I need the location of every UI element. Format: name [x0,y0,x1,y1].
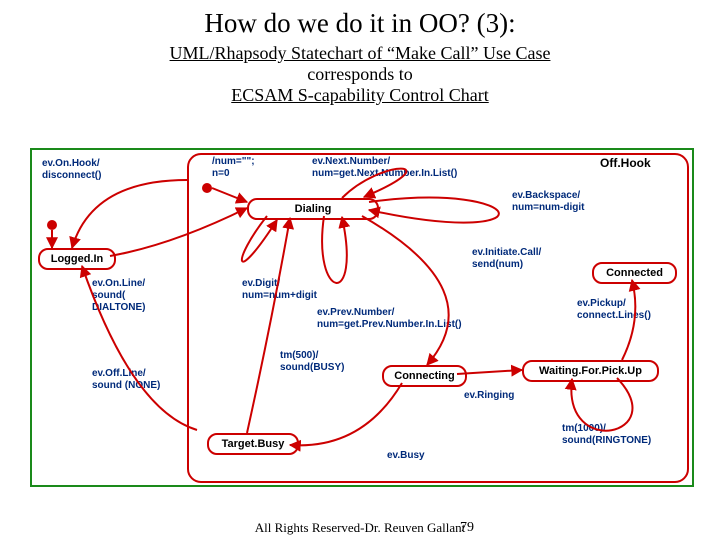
trans-ringing: ev.Ringing [464,390,514,402]
trans-tm1000: tm(1000)/ sound(RINGTONE) [562,423,651,447]
trans-digit: ev.Digit/ num=num+digit [242,278,317,302]
trans-offline: ev.Off.Line/ sound (NONE) [92,368,160,392]
trans-prevnum: ev.Prev.Number/ num=get.Prev.Number.In.L… [317,307,462,331]
state-targetbusy: Target.Busy [207,433,299,455]
trans-backspace: ev.Backspace/ num=num-digit [512,190,585,214]
trans-initiate: ev.Initiate.Call/ send(num) [472,247,541,271]
state-waiting: Waiting.For.Pick.Up [522,360,659,382]
trans-online: ev.On.Line/ sound( DIALTONE) [92,278,146,314]
state-connected: Connected [592,262,677,284]
state-connecting: Connecting [382,365,467,387]
slide-title: How do we do it in OO? (3): [0,8,720,39]
slide-subtitle-3: ECSAM S-capability Control Chart [0,85,720,106]
state-loggedin: Logged.In [38,248,116,270]
page-number: 79 [460,520,474,536]
trans-busy: ev.Busy [387,450,425,462]
trans-init: /num=""; n=0 [212,156,255,180]
footer-copyright: All Rights Reserved-Dr. Reuven Gallant [0,520,720,536]
slide-subtitle-1: UML/Rhapsody Statechart of “Make Call” U… [0,43,720,64]
state-dialing: Dialing [247,198,379,220]
statechart-frame: Off.Hook Logged.In Dialing Connected Con… [30,148,694,487]
trans-pickup: ev.Pickup/ connect.Lines() [577,298,651,322]
trans-nextnum: ev.Next.Number/ num=get.Next.Number.In.L… [312,156,457,180]
trans-onhook: ev.On.Hook/ disconnect() [42,158,101,182]
trans-tm500: tm(500)/ sound(BUSY) [280,350,344,374]
slide-subtitle-2: corresponds to [0,64,720,85]
